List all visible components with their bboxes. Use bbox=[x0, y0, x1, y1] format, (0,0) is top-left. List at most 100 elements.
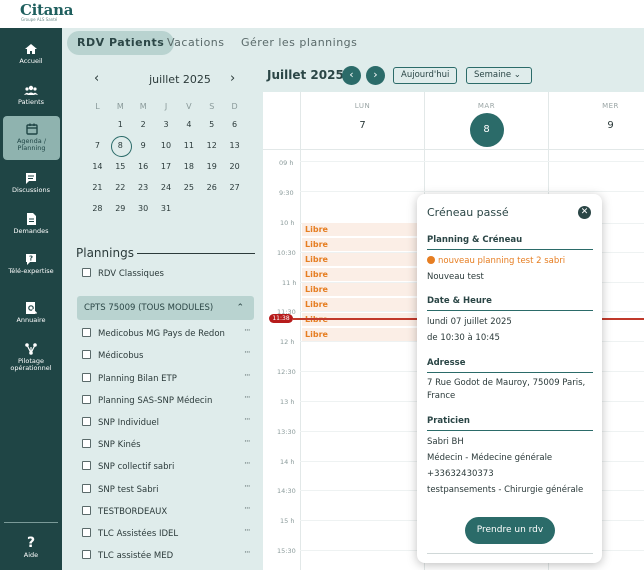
sidebar-item-accueil[interactable]: Accueil bbox=[0, 42, 62, 65]
mini-day[interactable]: 24 bbox=[155, 177, 178, 198]
mini-day[interactable]: 18 bbox=[177, 156, 200, 177]
checkbox[interactable] bbox=[82, 328, 91, 337]
checkbox[interactable] bbox=[82, 350, 91, 359]
planning-group-header[interactable]: CPTS 75009 (TOUS MODULES) ⌃ bbox=[77, 296, 254, 320]
mini-day[interactable]: 17 bbox=[155, 156, 178, 177]
checkbox[interactable] bbox=[82, 439, 91, 448]
free-slot[interactable]: Libre bbox=[302, 238, 432, 251]
sidebar-item-discussions[interactable]: Discussions bbox=[0, 171, 62, 194]
sidebar-item-pilotage[interactable]: Pilotage opérationnel bbox=[0, 342, 62, 372]
day-column-header[interactable]: LUN 7 bbox=[300, 92, 424, 150]
mini-day[interactable]: 6 bbox=[223, 114, 246, 135]
mini-day-selected[interactable]: 8 bbox=[109, 135, 132, 157]
today-button[interactable]: Aujourd'hui bbox=[393, 67, 458, 84]
free-slot[interactable]: Libre bbox=[302, 298, 432, 311]
mini-day[interactable]: 9 bbox=[132, 135, 155, 156]
mini-day[interactable]: 29 bbox=[109, 198, 132, 219]
sidebar-item-patients[interactable]: Patients bbox=[0, 83, 62, 106]
close-icon[interactable]: ✕ bbox=[578, 206, 591, 219]
sidebar-item-teleexpertise[interactable]: ? Télé-expertise bbox=[0, 252, 62, 275]
planning-item[interactable]: Planning Bilan ETP bbox=[82, 373, 177, 384]
mini-day[interactable] bbox=[177, 198, 200, 219]
mini-day[interactable] bbox=[86, 114, 109, 135]
more-options-icon[interactable]: ··· bbox=[244, 526, 251, 536]
planning-item[interactable]: TLC assistée MED bbox=[82, 550, 173, 561]
mini-day[interactable]: 14 bbox=[86, 156, 109, 177]
more-options-icon[interactable]: ··· bbox=[244, 371, 251, 381]
checkbox[interactable] bbox=[82, 417, 91, 426]
mini-day[interactable]: 26 bbox=[200, 177, 223, 198]
checkbox[interactable] bbox=[82, 506, 91, 515]
tab-gerer-plannings[interactable]: Gérer les plannings bbox=[241, 31, 357, 55]
mini-day[interactable]: 21 bbox=[86, 177, 109, 198]
mini-day[interactable]: 19 bbox=[200, 156, 223, 177]
sidebar-item-agenda[interactable]: Agenda / Planning bbox=[3, 116, 60, 160]
mini-day[interactable]: 23 bbox=[132, 177, 155, 198]
mini-day[interactable] bbox=[200, 198, 223, 219]
checkbox[interactable] bbox=[82, 484, 91, 493]
more-options-icon[interactable]: ··· bbox=[244, 548, 251, 558]
mini-day[interactable]: 30 bbox=[132, 198, 155, 219]
mini-prev-month-button[interactable]: ‹ bbox=[94, 71, 99, 86]
more-options-icon[interactable]: ··· bbox=[244, 326, 251, 336]
tab-vacations[interactable]: Vacations bbox=[167, 31, 225, 55]
chevron-up-icon[interactable]: ⌃ bbox=[236, 296, 244, 320]
more-options-icon[interactable]: ··· bbox=[244, 393, 251, 403]
free-slot[interactable]: Libre bbox=[302, 313, 432, 326]
next-week-button[interactable]: › bbox=[366, 66, 385, 85]
more-options-icon[interactable]: ··· bbox=[244, 415, 251, 425]
mini-day[interactable]: 5 bbox=[200, 114, 223, 135]
more-options-icon[interactable]: ··· bbox=[244, 504, 251, 514]
day-column-header[interactable]: MER 9 bbox=[548, 92, 644, 150]
more-options-icon[interactable]: ··· bbox=[244, 437, 251, 447]
mini-day[interactable]: 1 bbox=[109, 114, 132, 135]
free-slot[interactable]: Libre bbox=[302, 283, 432, 296]
planning-item[interactable]: SNP Individuel bbox=[82, 417, 159, 428]
checkbox[interactable] bbox=[82, 528, 91, 537]
mini-day[interactable]: 28 bbox=[86, 198, 109, 219]
checkbox[interactable] bbox=[82, 461, 91, 470]
planning-item[interactable]: SNP Kinés bbox=[82, 439, 141, 450]
free-slot[interactable]: Libre bbox=[302, 253, 432, 266]
mini-day[interactable]: 12 bbox=[200, 135, 223, 156]
mini-day[interactable]: 11 bbox=[177, 135, 200, 156]
mini-day[interactable]: 15 bbox=[109, 156, 132, 177]
checkbox[interactable] bbox=[82, 373, 91, 382]
tab-rdv-patients[interactable]: RDV Patients bbox=[67, 31, 175, 55]
more-options-icon[interactable]: ··· bbox=[244, 348, 251, 358]
mini-next-month-button[interactable]: › bbox=[230, 71, 235, 86]
free-slot[interactable]: Libre bbox=[302, 223, 432, 236]
planning-item[interactable]: TESTBORDEAUX bbox=[82, 506, 167, 517]
sidebar-item-annuaire[interactable]: Annuaire bbox=[0, 301, 62, 324]
planning-item[interactable]: SNP test Sabri bbox=[82, 484, 158, 495]
day-column-header-today[interactable]: MAR 8 bbox=[424, 92, 548, 150]
book-appointment-button[interactable]: Prendre un rdv bbox=[465, 517, 555, 544]
mini-day[interactable]: 22 bbox=[109, 177, 132, 198]
mini-day[interactable]: 13 bbox=[223, 135, 246, 156]
planning-rdv-classiques[interactable]: RDV Classiques bbox=[82, 268, 164, 279]
mini-day[interactable]: 20 bbox=[223, 156, 246, 177]
mini-day[interactable]: 3 bbox=[155, 114, 178, 135]
mini-day[interactable]: 2 bbox=[132, 114, 155, 135]
checkbox[interactable] bbox=[82, 268, 91, 277]
mini-day[interactable]: 31 bbox=[155, 198, 178, 219]
sidebar-item-aide[interactable]: ? Aide bbox=[0, 536, 62, 559]
checkbox[interactable] bbox=[82, 395, 91, 404]
more-options-icon[interactable]: ··· bbox=[244, 482, 251, 492]
more-options-icon[interactable]: ··· bbox=[244, 459, 251, 469]
planning-item[interactable]: Médicobus bbox=[82, 350, 143, 361]
free-slot[interactable]: Libre bbox=[302, 328, 432, 341]
mini-day[interactable] bbox=[223, 198, 246, 219]
planning-item[interactable]: SNP collectif sabri bbox=[82, 461, 174, 472]
mini-day[interactable]: 16 bbox=[132, 156, 155, 177]
prev-week-button[interactable]: ‹ bbox=[342, 66, 361, 85]
checkbox[interactable] bbox=[82, 550, 91, 559]
planning-item[interactable]: Planning SAS-SNP Médecin bbox=[82, 395, 212, 406]
mini-day[interactable]: 10 bbox=[155, 135, 178, 156]
mini-day[interactable]: 4 bbox=[177, 114, 200, 135]
view-select[interactable]: Semaine ⌄ bbox=[466, 67, 532, 84]
sidebar-item-demandes[interactable]: Demandes bbox=[0, 212, 62, 235]
mini-day[interactable]: 27 bbox=[223, 177, 246, 198]
mini-day[interactable]: 7 bbox=[86, 135, 109, 156]
planning-item[interactable]: Medicobus MG Pays de Redon bbox=[82, 328, 225, 339]
